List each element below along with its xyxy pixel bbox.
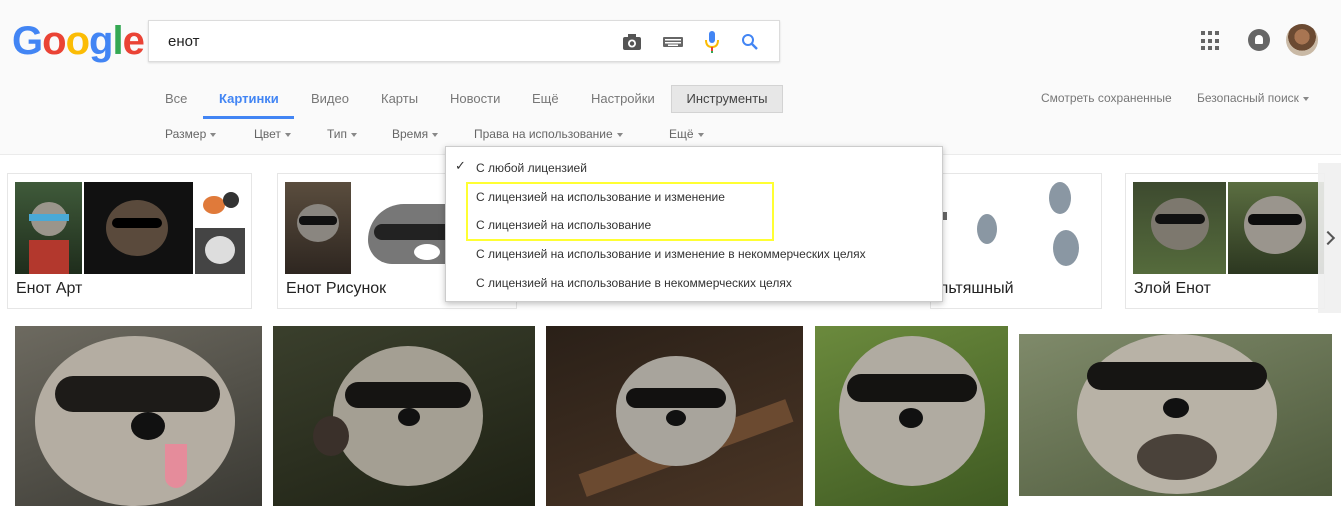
card-thumbnail <box>15 182 82 274</box>
search-icon[interactable] <box>739 31 761 53</box>
image-results-grid <box>0 326 1341 516</box>
filter-usage-rights[interactable]: Права на использование <box>474 127 623 141</box>
saved-images-link[interactable]: Смотреть сохраненные <box>1041 91 1172 105</box>
chevron-down-icon <box>351 132 358 137</box>
notifications-icon[interactable] <box>1248 29 1270 51</box>
related-card[interactable]: льтяшный <box>930 173 1102 309</box>
tab-images[interactable]: Картинки <box>219 91 279 106</box>
chevron-down-icon <box>210 132 217 137</box>
microphone-icon[interactable] <box>701 31 723 53</box>
card-thumbnail <box>195 182 245 226</box>
related-card[interactable]: Злой Енот <box>1125 173 1325 309</box>
card-thumbnail <box>1228 182 1324 274</box>
related-card[interactable]: Енот Арт <box>7 173 252 309</box>
keyboard-icon[interactable] <box>662 31 684 53</box>
filter-more[interactable]: Ещё <box>669 127 704 141</box>
chevron-down-icon <box>697 132 704 137</box>
tab-video[interactable]: Видео <box>311 91 349 106</box>
license-option-reuse-modify-noncommercial[interactable]: С лицензией на использование и изменение… <box>476 247 866 261</box>
safe-search-dropdown[interactable]: Безопасный поиск <box>1197 91 1309 105</box>
related-card-label: Енот Арт <box>16 280 83 297</box>
chevron-down-icon <box>432 132 439 137</box>
image-result[interactable] <box>273 326 535 506</box>
chevron-down-icon <box>616 132 623 137</box>
filter-color[interactable]: Цвет <box>254 127 291 141</box>
active-tab-indicator <box>203 116 294 119</box>
tools-button[interactable]: Инструменты <box>671 85 783 113</box>
apps-grid-icon[interactable] <box>1201 31 1221 51</box>
image-result[interactable] <box>15 326 262 506</box>
license-option-reuse-modify[interactable]: С лицензией на использование и изменение <box>476 190 725 204</box>
license-option-reuse[interactable]: С лицензией на использование <box>476 218 651 232</box>
related-card-label: Злой Енот <box>1134 280 1211 297</box>
filter-size[interactable]: Размер <box>165 127 217 141</box>
card-thumbnail <box>84 182 193 274</box>
google-logo[interactable]: Google <box>12 17 145 65</box>
tab-news[interactable]: Новости <box>450 91 500 106</box>
image-result[interactable] <box>546 326 803 506</box>
license-option-any[interactable]: С любой лицензией <box>476 161 587 175</box>
related-card-label: Енот Рисунок <box>286 280 387 297</box>
related-card-label: льтяшный <box>939 280 1014 297</box>
chevron-down-icon <box>284 132 291 137</box>
card-thumbnail <box>195 228 245 274</box>
tab-settings[interactable]: Настройки <box>591 91 655 106</box>
camera-icon[interactable] <box>621 31 643 53</box>
license-option-reuse-noncommercial[interactable]: С лицензией на использование в некоммерч… <box>476 276 792 290</box>
filter-type[interactable]: Тип <box>327 127 358 141</box>
card-thumbnail <box>931 182 1099 274</box>
image-result[interactable] <box>815 326 1008 506</box>
tab-all[interactable]: Все <box>165 91 187 106</box>
chevron-down-icon <box>1302 96 1309 101</box>
usage-rights-dropdown: ✓ С любой лицензией С лицензией на испол… <box>445 146 943 302</box>
card-thumbnail <box>285 182 351 274</box>
tab-maps[interactable]: Карты <box>381 91 418 106</box>
checkmark-icon: ✓ <box>455 158 466 173</box>
search-input[interactable]: енот <box>148 20 780 62</box>
header: Google енот Все Картинки Видео Карты Нов… <box>0 0 1341 155</box>
chevron-right-icon[interactable] <box>1318 163 1341 313</box>
tab-more[interactable]: Ещё <box>532 91 559 106</box>
search-query-text[interactable]: енот <box>168 33 200 50</box>
avatar[interactable] <box>1286 24 1318 56</box>
image-result[interactable] <box>1019 334 1332 496</box>
card-thumbnail <box>1133 182 1226 274</box>
filter-time[interactable]: Время <box>392 127 439 141</box>
